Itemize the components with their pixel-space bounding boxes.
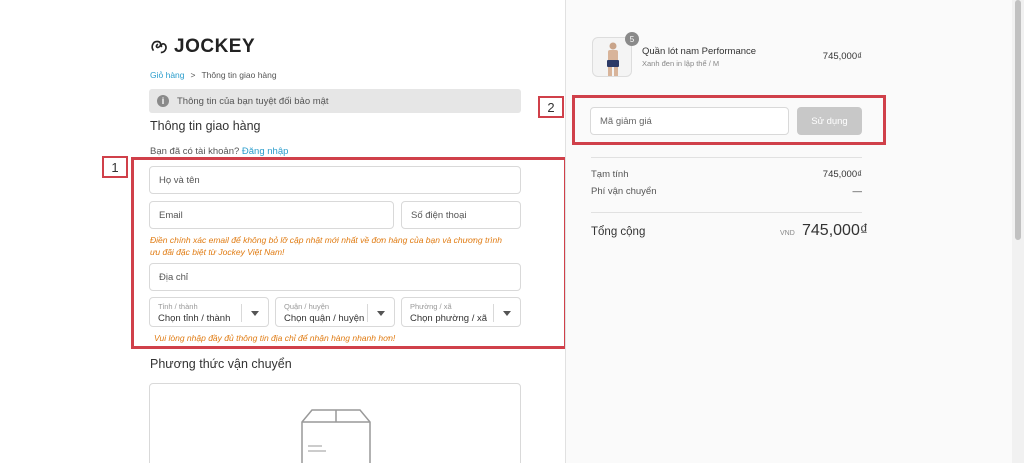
privacy-notice: i Thông tin của bạn tuyệt đối bảo mật	[149, 89, 521, 113]
shipping-fee-label: Phí vận chuyển	[591, 186, 657, 197]
account-prompt-text: Bạn đã có tài khoản?	[150, 146, 240, 157]
summary-divider	[591, 212, 862, 213]
privacy-notice-text: Thông tin của bạn tuyệt đối bảo mật	[177, 95, 329, 107]
annotation-box-1	[131, 157, 567, 349]
shipping-method-box	[149, 383, 521, 463]
login-link[interactable]: Đăng nhập	[242, 146, 288, 157]
product-name: Quần lót nam Performance	[642, 46, 757, 57]
breadcrumb-separator: >	[190, 70, 196, 80]
product-price: 745,000₫	[822, 51, 862, 62]
account-prompt: Bạn đã có tài khoản? Đăng nhập	[150, 146, 288, 157]
breadcrumb: Giỏ hàng > Thông tin giao hàng	[150, 70, 277, 80]
annotation-marker-1: 1	[102, 156, 128, 178]
breadcrumb-cart-link[interactable]: Giỏ hàng	[150, 70, 185, 80]
shipping-fee-value: —	[852, 186, 863, 197]
package-box-icon	[301, 409, 371, 463]
product-variant: Xanh đen in lập thể / M	[642, 59, 720, 68]
shipping-info-title: Thông tin giao hàng	[150, 119, 261, 133]
scrollbar-thumb[interactable]	[1015, 0, 1021, 240]
subtotal-value: 745,000₫	[822, 169, 862, 180]
breadcrumb-current: Thông tin giao hàng	[201, 70, 277, 80]
brand-logo[interactable]: JOCKEY	[148, 36, 255, 58]
total-currency: VND	[780, 230, 795, 237]
subtotal-label: Tạm tính	[591, 169, 629, 180]
checkout-form-panel: JOCKEY Giỏ hàng > Thông tin giao hàng i …	[0, 0, 567, 463]
quantity-badge: 5	[625, 32, 639, 46]
annotation-marker-2: 2	[538, 96, 564, 118]
total-value: 745,000₫	[802, 222, 869, 239]
annotation-box-2	[572, 95, 886, 145]
info-icon: i	[157, 95, 169, 107]
page-scrollbar[interactable]	[1012, 0, 1024, 463]
brand-name: JOCKEY	[174, 36, 256, 57]
shipping-method-title: Phương thức vận chuyển	[150, 357, 292, 371]
summary-divider	[591, 157, 862, 158]
jockey-logo-icon	[151, 40, 167, 54]
total-label: Tổng cộng	[591, 226, 646, 238]
